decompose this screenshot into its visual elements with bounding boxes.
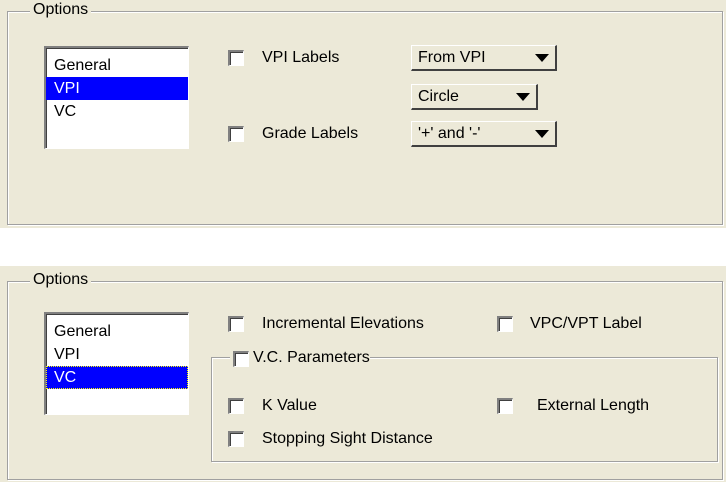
options-group-title: Options	[30, 271, 92, 289]
incremental-elevations-checkbox[interactable]	[228, 316, 244, 332]
chevron-down-icon	[516, 93, 530, 101]
label-shape-dropdown-value: Circle	[418, 88, 459, 105]
vc-parameters-label[interactable]: V.C. Parameters	[253, 348, 370, 368]
grade-labels-label[interactable]: Grade Labels	[262, 124, 358, 144]
options-category-list[interactable]: General VPI VC	[44, 46, 189, 149]
options-group-title: Options	[30, 1, 92, 19]
k-value-label[interactable]: K Value	[262, 396, 317, 416]
stopping-sight-distance-checkbox[interactable]	[228, 431, 244, 447]
grade-labels-checkbox[interactable]	[228, 126, 244, 142]
chevron-down-icon	[535, 130, 549, 138]
k-value-checkbox[interactable]	[228, 398, 244, 414]
list-item-vpi[interactable]: VPI	[46, 343, 188, 366]
chevron-down-icon	[535, 54, 549, 62]
vpi-labels-dropdown-value: From VPI	[418, 49, 486, 66]
external-length-checkbox[interactable]	[497, 398, 513, 414]
stopping-sight-distance-label[interactable]: Stopping Sight Distance	[262, 429, 433, 449]
grade-labels-dropdown-value: '+' and '-'	[418, 125, 481, 142]
list-item-general[interactable]: General	[46, 54, 188, 77]
list-item-general[interactable]: General	[46, 320, 188, 343]
options-panel-vpi: Options General VPI VC VPI Labels From V…	[0, 0, 726, 228]
list-item-vc[interactable]: VC	[46, 366, 188, 389]
vc-parameters-checkbox[interactable]	[233, 351, 249, 367]
grade-labels-dropdown[interactable]: '+' and '-'	[411, 121, 557, 147]
list-item-vc[interactable]: VC	[46, 100, 188, 123]
options-panel-vc: Options General VPI VC Incremental Eleva…	[0, 266, 726, 482]
vpi-labels-label[interactable]: VPI Labels	[262, 48, 339, 68]
vpc-vpt-label-checkbox[interactable]	[497, 316, 513, 332]
vpc-vpt-label-label[interactable]: VPC/VPT Label	[530, 314, 642, 334]
options-category-list[interactable]: General VPI VC	[44, 312, 189, 415]
label-shape-dropdown[interactable]: Circle	[411, 84, 538, 110]
vpi-labels-checkbox[interactable]	[228, 50, 244, 66]
incremental-elevations-label[interactable]: Incremental Elevations	[262, 314, 424, 334]
list-item-vpi[interactable]: VPI	[46, 77, 188, 100]
external-length-label[interactable]: External Length	[537, 396, 649, 416]
vpi-labels-dropdown[interactable]: From VPI	[411, 45, 557, 71]
